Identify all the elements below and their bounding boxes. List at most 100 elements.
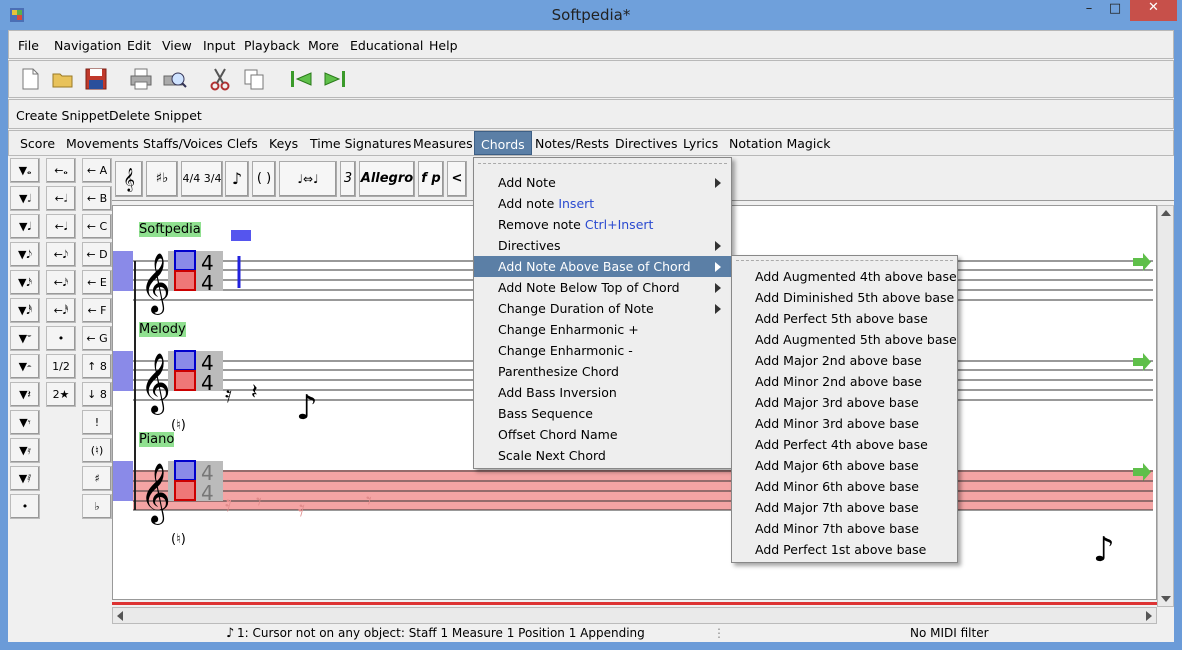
menu-input[interactable]: Input <box>203 38 235 53</box>
chords-menu-item-12[interactable]: Offset Chord Name <box>474 424 731 445</box>
menu-file[interactable]: File <box>18 38 39 53</box>
chords-menu-item-7[interactable]: Change Enharmonic + <box>474 319 731 340</box>
scroll-up-icon[interactable] <box>1161 210 1171 216</box>
go-last-icon[interactable] <box>322 66 348 92</box>
tab-movements[interactable]: Movements <box>66 131 139 155</box>
next-staff-arrow-icon[interactable] <box>1133 253 1151 271</box>
print-icon[interactable] <box>128 66 154 92</box>
palette-col2-button-8[interactable]: 2★ <box>46 382 76 407</box>
palette-col3-button-7[interactable]: ↑ 8 <box>82 354 112 379</box>
palette-col3-button-5[interactable]: ← F <box>82 298 112 323</box>
tab-clefs[interactable]: Clefs <box>227 131 258 155</box>
horizontal-scrollbar[interactable] <box>112 607 1157 624</box>
menu-edit[interactable]: Edit <box>127 38 151 53</box>
palette-col1-button-5[interactable]: ▼𝅘𝅥𝅰 <box>10 298 40 323</box>
menu-educational[interactable]: Educational <box>350 38 423 53</box>
submenu-item-6[interactable]: Add Major 3rd above base <box>732 392 957 413</box>
palette-col3-button-12[interactable]: ♭ <box>82 494 112 519</box>
submenu-item-13[interactable]: Add Perfect 1st above base <box>732 539 957 560</box>
new-document-icon[interactable] <box>17 66 43 92</box>
palette-col3-button-10[interactable]: (♮) <box>82 438 112 463</box>
palette-col3-button-0[interactable]: ← A <box>82 158 112 183</box>
palette-col3-button-8[interactable]: ↓ 8 <box>82 382 112 407</box>
palette-col3-button-9[interactable]: ! <box>82 410 112 435</box>
palette-col2-button-6[interactable]: • <box>46 326 76 351</box>
chords-menu-item-6[interactable]: Change Duration of Note <box>474 298 731 319</box>
palette-col2-button-7[interactable]: 1/2 <box>46 354 76 379</box>
chords-menu-item-10[interactable]: Add Bass Inversion <box>474 382 731 403</box>
key-signature-button[interactable]: ♯♭ <box>146 161 178 197</box>
palette-col2-button-4[interactable]: ←𝅘𝅥𝅯 <box>46 270 76 295</box>
next-staff-arrow-icon[interactable] <box>1133 353 1151 371</box>
chords-menu-item-4[interactable]: Add Note Above Base of Chord <box>474 256 731 277</box>
maximize-button[interactable]: □ <box>1102 1 1128 21</box>
beam-button[interactable]: ♪ <box>225 161 249 197</box>
chords-menu-item-13[interactable]: Scale Next Chord <box>474 445 731 466</box>
palette-col2-button-5[interactable]: ←𝅘𝅥𝅰 <box>46 298 76 323</box>
palette-col1-button-3[interactable]: ▼𝅘𝅥𝅮 <box>10 242 40 267</box>
palette-col3-button-11[interactable]: ♯ <box>82 466 112 491</box>
submenu-item-2[interactable]: Add Perfect 5th above base <box>732 308 957 329</box>
staff-label-piano[interactable]: Piano <box>139 432 175 447</box>
palette-col1-button-0[interactable]: ▼𝅝 <box>10 158 40 183</box>
chords-menu-item-5[interactable]: Add Note Below Top of Chord <box>474 277 731 298</box>
menu-help[interactable]: Help <box>429 38 458 53</box>
tab-chords[interactable]: Chords <box>474 131 532 155</box>
palette-col1-button-9[interactable]: ▼𝄾 <box>10 410 40 435</box>
palette-col3-button-1[interactable]: ← B <box>82 186 112 211</box>
submenu-item-5[interactable]: Add Minor 2nd above base <box>732 371 957 392</box>
palette-col1-button-6[interactable]: ▼𝄻 <box>10 326 40 351</box>
menu-more[interactable]: More <box>308 38 339 53</box>
scroll-left-icon[interactable] <box>117 611 123 621</box>
palette-col3-button-3[interactable]: ← D <box>82 242 112 267</box>
submenu-item-0[interactable]: Add Augmented 4th above base <box>732 266 957 287</box>
tie-button[interactable]: ♩⇔♩ <box>279 161 337 197</box>
tempo-button[interactable]: Allegro <box>359 161 415 197</box>
chords-menu-item-0[interactable]: Add Note <box>474 172 731 193</box>
save-icon[interactable] <box>83 66 109 92</box>
palette-col2-button-1[interactable]: ←𝅗𝅥 <box>46 186 76 211</box>
vertical-scrollbar[interactable] <box>1157 205 1174 607</box>
palette-col1-button-10[interactable]: ▼𝄿 <box>10 438 40 463</box>
palette-col1-button-4[interactable]: ▼𝅘𝅥𝅯 <box>10 270 40 295</box>
chords-menu-item-1[interactable]: Add note Insert <box>474 193 731 214</box>
menu-view[interactable]: View <box>162 38 192 53</box>
palette-col2-button-3[interactable]: ←𝅘𝅥𝅮 <box>46 242 76 267</box>
chords-menu-item-11[interactable]: Bass Sequence <box>474 403 731 424</box>
open-folder-icon[interactable] <box>50 66 76 92</box>
palette-col1-button-8[interactable]: ▼𝄽 <box>10 382 40 407</box>
palette-col1-button-12[interactable]: • <box>10 494 40 519</box>
minimize-button[interactable]: – <box>1076 1 1102 21</box>
cut-icon[interactable] <box>207 66 233 92</box>
submenu-item-9[interactable]: Add Major 6th above base <box>732 455 957 476</box>
tuplet-button[interactable]: 3 <box>340 161 356 197</box>
palette-col3-button-2[interactable]: ← C <box>82 214 112 239</box>
submenu-item-1[interactable]: Add Diminished 5th above base <box>732 287 957 308</box>
go-first-icon[interactable] <box>288 66 314 92</box>
tab-lyrics[interactable]: Lyrics <box>683 131 718 155</box>
copy-icon[interactable] <box>241 66 267 92</box>
scroll-right-icon[interactable] <box>1146 611 1152 621</box>
delete-snippet-button[interactable]: Delete Snippet <box>109 108 202 123</box>
menu-playback[interactable]: Playback <box>244 38 300 53</box>
tab-score[interactable]: Score <box>20 131 55 155</box>
close-button[interactable]: ✕ <box>1130 0 1177 21</box>
print-preview-icon[interactable] <box>161 66 187 92</box>
scroll-down-icon[interactable] <box>1161 596 1171 602</box>
palette-col3-button-6[interactable]: ← G <box>82 326 112 351</box>
palette-col1-button-7[interactable]: ▼𝄼 <box>10 354 40 379</box>
create-snippet-button[interactable]: Create Snippet <box>16 108 109 123</box>
chords-menu-item-9[interactable]: Parenthesize Chord <box>474 361 731 382</box>
parentheses-button[interactable]: ( ) <box>252 161 276 197</box>
palette-col2-button-2[interactable]: ←𝅘𝅥 <box>46 214 76 239</box>
palette-col1-button-11[interactable]: ▼𝅀 <box>10 466 40 491</box>
staff-label-melody[interactable]: Melody <box>139 322 186 337</box>
tab-keys[interactable]: Keys <box>269 131 298 155</box>
palette-col3-button-4[interactable]: ← E <box>82 270 112 295</box>
time-signature-button[interactable]: 4/4 3/4 <box>181 161 223 197</box>
palette-col1-button-2[interactable]: ▼𝅘𝅥 <box>10 214 40 239</box>
tab-notation-magick[interactable]: Notation Magick <box>729 131 830 155</box>
tab-measures[interactable]: Measures <box>413 131 473 155</box>
submenu-item-7[interactable]: Add Minor 3rd above base <box>732 413 957 434</box>
tab-staffs-voices[interactable]: Staffs/Voices <box>143 131 223 155</box>
